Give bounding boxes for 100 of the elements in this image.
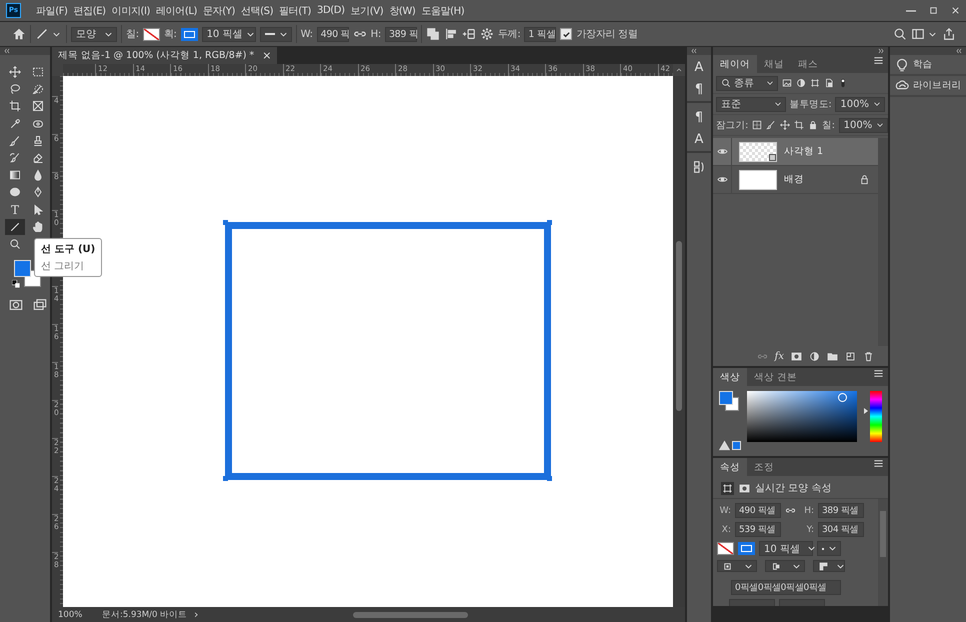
image-icon[interactable] (782, 78, 792, 88)
lock-icon[interactable] (859, 174, 870, 185)
properties-scrollbar[interactable] (878, 499, 888, 606)
weight-field[interactable]: 1 픽셀 (524, 26, 556, 42)
x-field[interactable]: 539 픽셀 (735, 522, 781, 537)
collapse-icon[interactable] (3, 47, 11, 55)
opacity-field[interactable]: 100% (835, 96, 885, 112)
half-circle-icon[interactable] (809, 350, 820, 362)
menu-item[interactable]: 이미지(I) (108, 0, 154, 21)
half-circle-icon[interactable] (796, 78, 806, 88)
fill-swatch[interactable] (142, 28, 160, 40)
stroke-type-dropdown[interactable] (260, 26, 292, 42)
warning-icon[interactable] (719, 440, 730, 451)
color-field[interactable] (747, 391, 857, 442)
rectangle-shape[interactable] (225, 222, 551, 480)
menu-item[interactable]: 필터(T) (276, 0, 314, 21)
menu-item[interactable]: 문자(Y) (200, 0, 238, 21)
align-edges-checkbox[interactable] (560, 28, 572, 40)
stroke-width-dropdown[interactable]: 10 픽셀 (759, 541, 813, 556)
document-icon[interactable] (824, 78, 834, 88)
collapse-icon[interactable] (955, 47, 963, 55)
layer-filter-dropdown[interactable]: 종류 (716, 76, 778, 90)
arrange-icon[interactable] (462, 27, 476, 41)
paragraph-style-panel-button[interactable]: ¶ (689, 107, 709, 127)
panel-tab[interactable]: 채널 (757, 55, 791, 73)
width-field[interactable]: 490 픽 (316, 26, 349, 42)
default-colors-icon[interactable] (12, 280, 20, 288)
layer-row[interactable]: 배경 (713, 166, 878, 194)
transform-icon[interactable] (810, 78, 820, 88)
tool-preset-button[interactable] (35, 27, 62, 41)
menu-item[interactable]: 레이어(L) (153, 0, 200, 21)
line-tool-button[interactable] (5, 218, 25, 235)
menu-item[interactable]: 도움말(H) (418, 0, 468, 21)
menu-icon[interactable] (873, 55, 884, 66)
menu-icon[interactable] (873, 368, 884, 379)
panel-tab[interactable]: 레이어 (713, 55, 757, 73)
path-operations-icon[interactable] (426, 27, 440, 41)
paragraph-panel-button[interactable]: ¶ (689, 79, 709, 99)
height-field[interactable]: 389 픽 (384, 26, 417, 42)
search-icon[interactable] (893, 27, 907, 41)
workspace-button[interactable] (911, 27, 938, 41)
panel-tab[interactable]: 조정 (747, 458, 781, 476)
y-field[interactable]: 304 픽셀 (818, 522, 864, 537)
lock-icon[interactable] (808, 120, 818, 130)
corner-type-dropdown[interactable] (813, 560, 845, 572)
menu-item[interactable]: 창(W) (386, 0, 418, 21)
width-field[interactable]: 490 픽셀 (735, 503, 781, 518)
folder-icon[interactable] (827, 350, 838, 362)
collapse-icon[interactable] (690, 47, 698, 55)
document-tab[interactable]: 제목 없음-1 @ 100% (사각형 1, RGB/8#) * × (52, 47, 278, 64)
panel-tab[interactable]: 색상 견본 (747, 368, 804, 386)
stroke-swatch[interactable] (180, 28, 198, 40)
expand-icon[interactable] (877, 47, 885, 55)
hue-slider-handle[interactable] (864, 408, 868, 414)
color-chip[interactable] (732, 441, 741, 450)
screen-mode-icon[interactable] (33, 298, 47, 312)
shape-icon[interactable] (721, 482, 734, 494)
stroke-width-dropdown[interactable]: 10 픽셀 (202, 26, 256, 42)
zoom-level[interactable]: 100% (52, 610, 102, 620)
menu-item[interactable]: 편집(E) (70, 0, 109, 21)
stroke-swatch[interactable] (738, 542, 755, 555)
learn-panel-button[interactable]: 학습 (890, 55, 966, 76)
character-panel-button[interactable]: A (689, 57, 709, 77)
shape-mode-dropdown[interactable]: 모양 (71, 26, 117, 42)
checker-icon[interactable] (752, 120, 762, 130)
corner-radius-field[interactable]: 0픽셀0픽셀0픽셀0픽셀 (731, 580, 841, 595)
cap-type-dropdown[interactable] (765, 560, 805, 572)
share-icon[interactable] (942, 27, 956, 41)
height-field[interactable]: 389 픽셀 (818, 503, 864, 518)
stroke-type-dropdown[interactable] (817, 541, 841, 556)
type-tool-button[interactable]: T (5, 202, 25, 218)
layer-row[interactable]: 사각형 1 (713, 138, 878, 166)
layers-scrollbar[interactable] (878, 138, 888, 346)
menu-item[interactable]: 파일(F) (33, 0, 71, 21)
home-button[interactable] (12, 27, 26, 41)
blend-mode-dropdown[interactable]: 표준 (716, 96, 786, 112)
panel-tab[interactable]: 색상 (713, 368, 747, 386)
tab-close-button[interactable]: × (262, 49, 272, 62)
menu-item[interactable]: 선택(S) (238, 0, 276, 21)
fill-swatch[interactable] (717, 542, 734, 555)
move-icon[interactable] (780, 120, 790, 130)
color-swatches[interactable] (719, 391, 739, 411)
align-icon[interactable] (444, 27, 458, 41)
vertical-scrollbar[interactable] (673, 76, 685, 607)
libraries-panel-button[interactable]: 라이브러리 (890, 76, 966, 97)
fill-field[interactable]: 100% (838, 118, 888, 132)
stroke-align-dropdown[interactable] (717, 560, 757, 572)
menu-icon[interactable] (873, 458, 884, 469)
layer-style-button[interactable]: fx (774, 350, 784, 362)
menu-item[interactable]: 3D(D) (314, 0, 348, 21)
quick-mask-icon[interactable] (9, 298, 23, 312)
mask-icon[interactable] (791, 350, 802, 362)
info-menu-button[interactable]: › (194, 608, 208, 621)
panel-tab[interactable]: 패스 (791, 55, 825, 73)
mask-icon[interactable] (739, 482, 750, 494)
new-layer-icon[interactable] (845, 350, 856, 362)
settings-icon[interactable] (480, 27, 494, 41)
menu-item[interactable]: 보기(V) (348, 0, 386, 21)
trash-icon[interactable] (863, 350, 874, 362)
brush-icon[interactable] (766, 120, 776, 130)
